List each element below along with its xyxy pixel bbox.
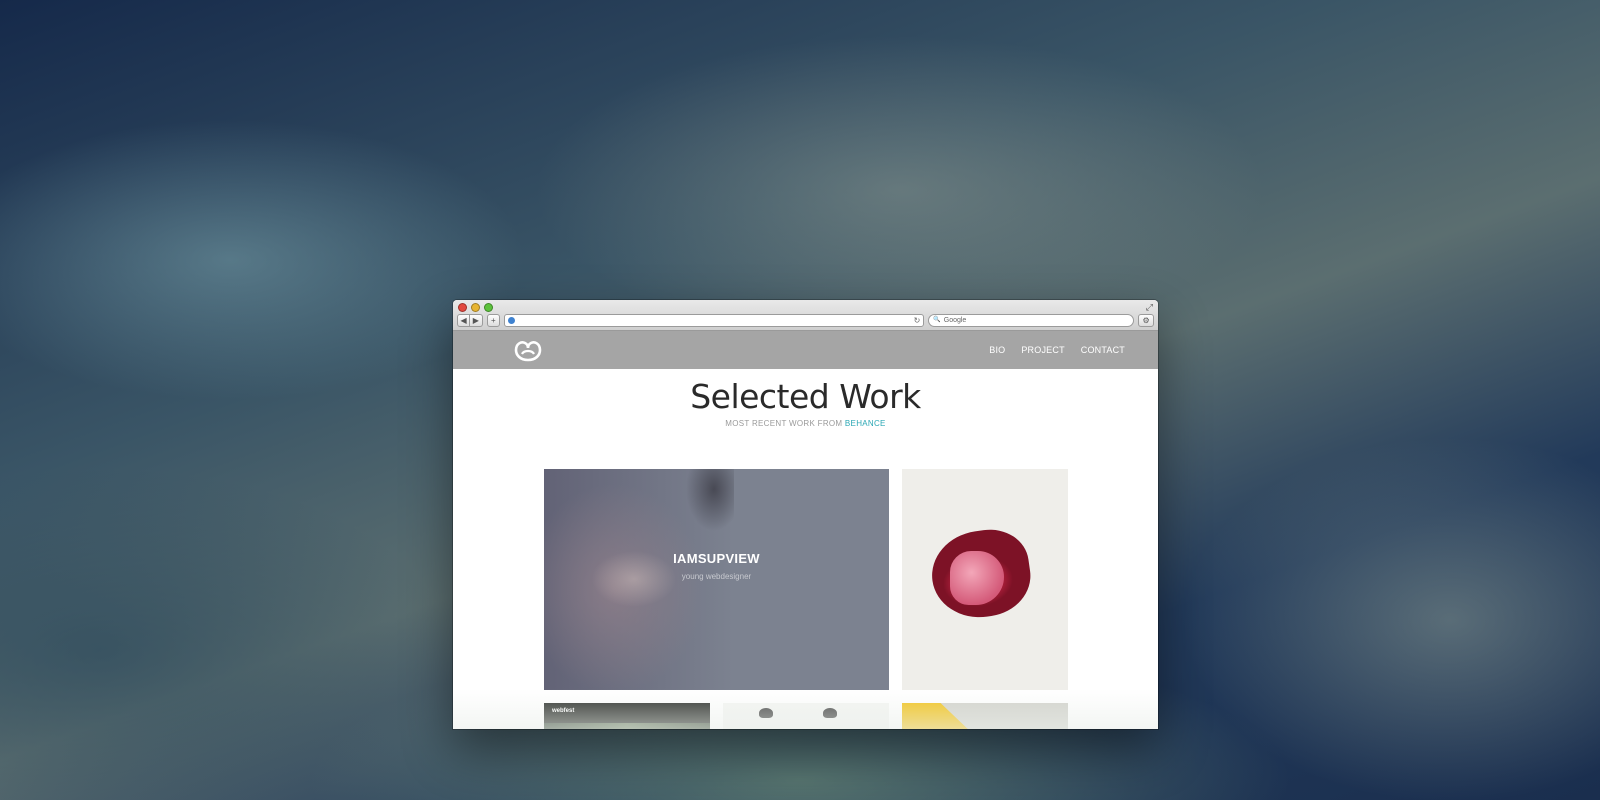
search-placeholder: Google <box>943 317 967 324</box>
reload-icon[interactable]: ↻ <box>914 315 921 326</box>
history-nav: ◀ ▶ <box>457 314 483 327</box>
page-heading: Selected Work MOST RECENT WORK FROM BEHA… <box>453 377 1158 429</box>
featured-overlay: IAMSUPVIEW young webdesigner <box>544 551 889 581</box>
search-field[interactable]: 🔍 Google <box>928 314 1135 327</box>
webfest-banner <box>544 723 710 729</box>
yellow-shape <box>902 703 972 729</box>
window-controls <box>458 303 493 312</box>
page-subtitle: MOST RECENT WORK FROM BEHANCE <box>453 419 1158 428</box>
webfest-label: webfest <box>552 708 575 714</box>
browser-titlebar: ⤢ ◀ ▶ + ↻ 🔍 Google ⚙ <box>453 300 1158 331</box>
address-bar[interactable]: ↻ <box>504 314 925 327</box>
back-button[interactable]: ◀ <box>457 314 471 327</box>
page-title: Selected Work <box>690 377 921 416</box>
cyclist-helmet-right <box>823 708 837 718</box>
browser-window: ⤢ ◀ ▶ + ↻ 🔍 Google ⚙ BIO PROJECT CONTACT… <box>453 300 1158 729</box>
portrait-hair <box>664 469 734 559</box>
browser-toolbar: ◀ ▶ + ↻ 🔍 Google ⚙ <box>457 314 1154 327</box>
lips-project-tile[interactable] <box>902 469 1068 690</box>
nav-link-bio[interactable]: BIO <box>989 345 1005 355</box>
add-bookmark-button[interactable]: + <box>486 314 501 327</box>
nav-link-contact[interactable]: CONTACT <box>1081 345 1125 355</box>
webfest-project-tile[interactable]: webfest <box>544 703 710 729</box>
featured-title: IAMSUPVIEW <box>673 551 760 566</box>
site-logo-icon[interactable] <box>514 338 542 362</box>
forward-button[interactable]: ▶ <box>470 314 483 327</box>
search-icon: 🔍 <box>933 317 941 323</box>
fullscreen-icon[interactable]: ⤢ <box>1146 302 1153 313</box>
cyclist-helmet-left <box>759 708 773 718</box>
cyclists-project-tile[interactable] <box>723 703 889 729</box>
subtitle-text: MOST RECENT WORK FROM <box>725 419 845 428</box>
nav-link-project[interactable]: PROJECT <box>1021 345 1064 355</box>
zoom-window-button[interactable] <box>484 303 493 312</box>
site-header: BIO PROJECT CONTACT <box>453 331 1158 369</box>
featured-project-tile[interactable]: IAMSUPVIEW young webdesigner <box>544 469 889 690</box>
close-window-button[interactable] <box>458 303 467 312</box>
minimize-window-button[interactable] <box>471 303 480 312</box>
globe-icon <box>508 317 516 324</box>
site-nav: BIO PROJECT CONTACT <box>989 345 1125 355</box>
settings-gear-button[interactable]: ⚙ <box>1138 314 1154 327</box>
featured-subtitle: young webdesigner <box>681 572 752 581</box>
behance-link[interactable]: BEHANCE <box>845 419 886 428</box>
yellow-project-tile[interactable] <box>902 703 1068 729</box>
